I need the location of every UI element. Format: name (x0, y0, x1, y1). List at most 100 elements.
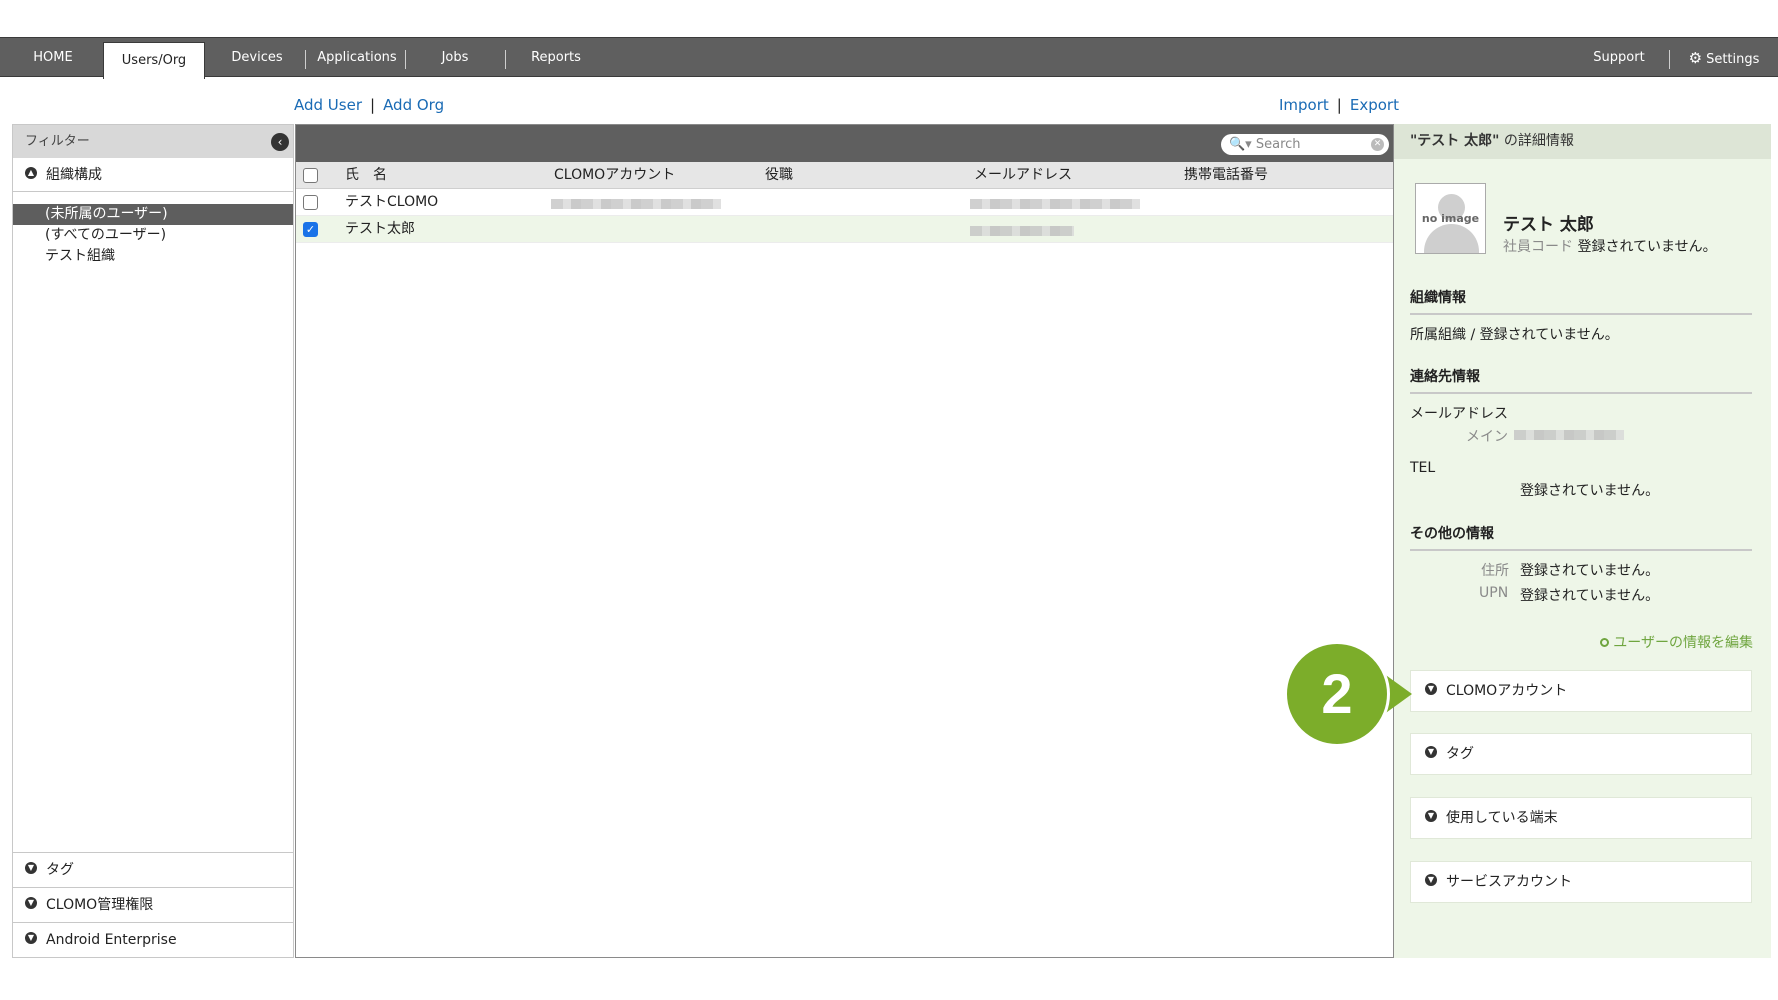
chevron-down-icon: ▼ (1425, 874, 1437, 886)
employee-code-label: 社員コード (1503, 239, 1573, 255)
chevron-up-icon: ▲ (25, 167, 37, 179)
filter-panel: フィルター ‹ ▲ 組織構成 (未所属のユーザー) (すべてのユーザー) テスト組… (12, 124, 294, 958)
detail-title-suffix: の詳細情報 (1499, 133, 1574, 149)
chevron-down-icon: ▼ (25, 932, 37, 944)
support-link[interactable]: Support (1586, 38, 1652, 77)
col-clomo-account[interactable]: CLOMOアカウント (554, 162, 675, 189)
col-position[interactable]: 役職 (765, 162, 793, 189)
col-email[interactable]: メールアドレス (974, 162, 1072, 189)
tab-jobs[interactable]: Jobs (430, 38, 480, 77)
row-checkbox[interactable] (303, 195, 318, 210)
org-info-value: 所属組織 / 登録されていません。 (1410, 327, 1619, 343)
add-user-link[interactable]: Add User (294, 96, 362, 114)
table-header: 氏 名 CLOMOアカウント 役職 メールアドレス 携帯電話番号 (296, 162, 1393, 189)
edit-user-info-link[interactable]: ユーザーの情報を編集 (1600, 632, 1753, 652)
detail-header: "テスト 太郎" の詳細情報 (1394, 124, 1771, 159)
upn-value: 登録されていません。 (1520, 588, 1660, 604)
settings-button[interactable]: ⚙ Settings (1682, 38, 1766, 77)
link-separator: | (370, 96, 376, 114)
filter-bottom-sections: ▼ タグ ▼ CLOMO管理権限 ▼ Android Enterprise (13, 852, 293, 957)
row-name: テスト太郎 (345, 221, 415, 237)
upn-label: UPN (1479, 585, 1509, 601)
circle-icon (1600, 637, 1610, 647)
tree-item-test-org[interactable]: テスト組織 (13, 246, 293, 267)
tab-users-org[interactable]: Users/Org (103, 42, 205, 79)
list-toolbar: 🔍▾ Search ✕ (296, 125, 1393, 162)
avatar: no image (1415, 183, 1486, 254)
tab-reports[interactable]: Reports (520, 38, 592, 77)
collapse-left-icon[interactable]: ‹ (271, 133, 289, 151)
accordion-tag[interactable]: ▼ タグ (1410, 733, 1752, 775)
export-link[interactable]: Export (1350, 96, 1399, 114)
employee-code-value: 登録されていません。 (1577, 239, 1717, 255)
address-value: 登録されていません。 (1520, 563, 1660, 579)
tag-section[interactable]: ▼ タグ (13, 852, 293, 887)
org-structure-label: 組織構成 (46, 167, 102, 183)
tab-devices[interactable]: Devices (222, 38, 292, 77)
redacted-email (1514, 430, 1624, 440)
settings-label: Settings (1706, 52, 1760, 67)
clear-search-icon[interactable]: ✕ (1371, 138, 1384, 151)
email-main-label: メイン (1466, 429, 1508, 445)
avatar-placeholder-text: no image (1421, 212, 1480, 225)
filter-header: フィルター ‹ (13, 125, 293, 158)
android-enterprise-label: Android Enterprise (46, 932, 177, 948)
tel-value: 登録されていません。 (1520, 483, 1660, 499)
tree-item-all-users[interactable]: (すべてのユーザー) (13, 225, 293, 246)
email-label: メールアドレス (1410, 406, 1508, 422)
chevron-down-icon: ▼ (1425, 810, 1437, 822)
tab-applications[interactable]: Applications (312, 38, 402, 77)
avatar-body-shape (1424, 224, 1479, 253)
chevron-down-icon: ▼ (25, 897, 37, 909)
chevron-down-icon: ▼ (1425, 683, 1437, 695)
accordion-tag-label: タグ (1446, 746, 1474, 762)
tab-home[interactable]: HOME (18, 38, 88, 77)
col-name[interactable]: 氏 名 (345, 162, 387, 189)
clomo-permission-section[interactable]: ▼ CLOMO管理権限 (13, 887, 293, 922)
user-detail-panel: "テスト 太郎" の詳細情報 no image テスト 太郎 社員コード 登録さ… (1394, 124, 1771, 958)
android-enterprise-section[interactable]: ▼ Android Enterprise (13, 922, 293, 957)
user-list-panel: 🔍▾ Search ✕ 氏 名 CLOMOアカウント 役職 メールアドレス 携帯… (295, 124, 1394, 958)
other-info-title: その他の情報 (1410, 523, 1752, 551)
step-callout-badge: 2 (1284, 641, 1390, 747)
clomo-permission-label: CLOMO管理権限 (46, 897, 154, 913)
accordion-clomo-account-label: CLOMOアカウント (1446, 683, 1568, 699)
redacted-email (970, 199, 1140, 209)
search-input[interactable]: 🔍▾ Search ✕ (1221, 134, 1389, 155)
address-label: 住所 (1481, 563, 1509, 579)
org-structure-section[interactable]: ▲ 組織構成 (13, 158, 293, 192)
tree-item-unassigned-users[interactable]: (未所属のユーザー) (13, 204, 293, 225)
link-separator: | (1336, 96, 1342, 114)
accordion-service-account[interactable]: ▼ サービスアカウント (1410, 861, 1752, 903)
search-icon: 🔍▾ (1229, 137, 1252, 152)
org-tree: (未所属のユーザー) (すべてのユーザー) テスト組織 (13, 192, 293, 267)
nav-divider (1669, 50, 1670, 69)
gear-icon: ⚙ (1688, 49, 1703, 67)
user-actions: Add User | Add Org (294, 96, 444, 114)
chevron-down-icon: ▼ (25, 862, 37, 874)
import-link[interactable]: Import (1279, 96, 1329, 114)
redacted-account (551, 199, 721, 209)
tag-section-label: タグ (46, 862, 74, 878)
row-name: テストCLOMO (345, 194, 439, 210)
top-nav-bar: HOME Users/Org Devices Applications Jobs… (0, 37, 1778, 79)
contact-info-title: 連絡先情報 (1410, 366, 1752, 394)
user-name: テスト 太郎 (1503, 215, 1594, 235)
select-all-checkbox[interactable] (303, 168, 318, 183)
row-checkbox-checked[interactable]: ✓ (303, 222, 318, 237)
add-org-link[interactable]: Add Org (383, 96, 444, 114)
accordion-devices-in-use-label: 使用している端末 (1446, 810, 1558, 826)
nav-divider (305, 50, 306, 69)
table-row[interactable]: ✓ テスト太郎 (296, 216, 1393, 243)
tel-label: TEL (1410, 460, 1436, 476)
nav-divider (505, 50, 506, 69)
accordion-devices-in-use[interactable]: ▼ 使用している端末 (1410, 797, 1752, 839)
col-mobile[interactable]: 携帯電話番号 (1184, 162, 1268, 189)
redacted-email (970, 226, 1074, 236)
accordion-clomo-account[interactable]: ▼ CLOMOアカウント (1410, 670, 1752, 712)
table-row[interactable]: テストCLOMO (296, 189, 1393, 216)
detail-user-name: "テスト 太郎" (1410, 133, 1500, 149)
filter-title: フィルター (25, 134, 90, 149)
nav-divider (405, 50, 406, 69)
employee-code: 社員コード 登録されていません。 (1503, 236, 1717, 256)
